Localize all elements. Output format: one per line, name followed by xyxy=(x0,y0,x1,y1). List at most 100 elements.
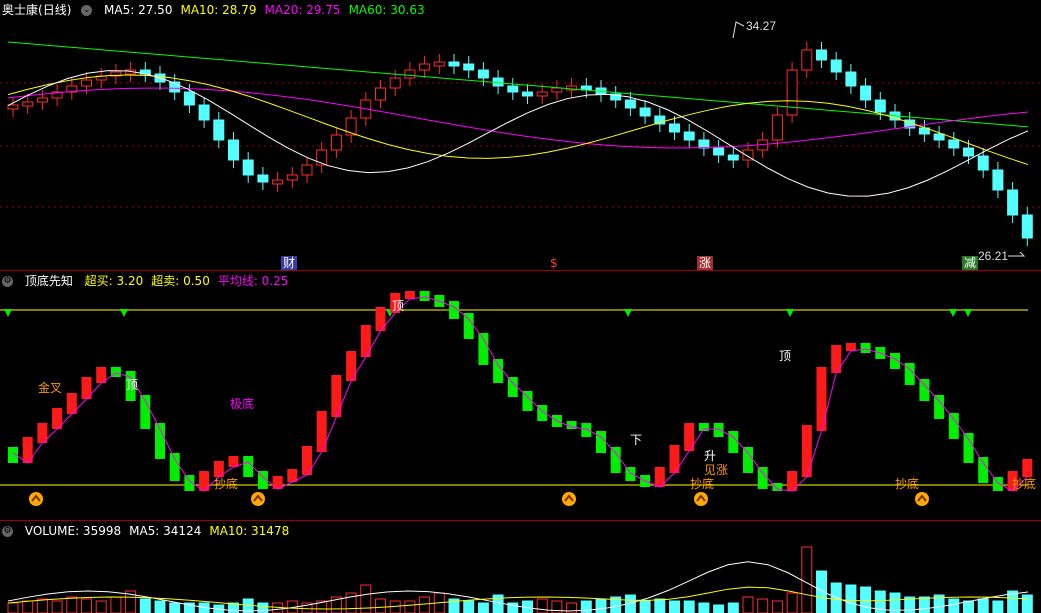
volume-options-gear-icon[interactable]: ⚙ xyxy=(2,526,13,537)
indicator-bar xyxy=(331,375,342,417)
candle-body xyxy=(977,155,989,171)
down-arrow-marker-1 xyxy=(120,309,128,317)
event-tag-1[interactable]: $ xyxy=(548,256,560,270)
indicator-header: ⚙ 顶底先知 超买: 3.20 超卖: 0.50 平均线: 0.25 xyxy=(2,273,304,289)
indicator-bar xyxy=(478,333,489,365)
candle-body xyxy=(624,99,636,109)
stock-period: (日线) xyxy=(38,3,72,17)
candle-body xyxy=(507,85,519,93)
volume-bar xyxy=(669,600,680,613)
volume-bar xyxy=(977,598,989,613)
candle-body xyxy=(992,169,1004,191)
indicator-bar xyxy=(316,411,327,452)
volume-bar xyxy=(22,600,34,613)
volume-bar xyxy=(51,600,63,613)
volume-bar xyxy=(595,598,607,613)
volume-bar xyxy=(771,600,783,613)
down-arrow-marker-0 xyxy=(4,309,12,317)
indicator-bar xyxy=(757,467,768,489)
volume-bar xyxy=(639,600,651,613)
candle-body xyxy=(7,104,19,110)
indicator-bar xyxy=(934,395,945,419)
candle-body xyxy=(286,174,298,181)
candle-body xyxy=(522,91,533,97)
candle-body xyxy=(639,107,651,117)
volume-bar xyxy=(698,602,710,613)
indicator-bar xyxy=(463,313,474,339)
event-tag-2[interactable]: 涨 xyxy=(697,256,714,270)
volume-pane[interactable]: ⚙ VOLUME: 35998 MA5: 34124 MA10: 31478 xyxy=(0,521,1041,613)
event-tag-0[interactable]: 财 xyxy=(281,256,298,270)
candle-body xyxy=(448,61,460,67)
indicator-bar xyxy=(596,431,606,453)
price-pane[interactable]: 奥士康(日线) ⌄ MA5: 27.50 MA10: 28.79 MA20: 29.… xyxy=(0,0,1041,271)
candle-body xyxy=(860,85,872,101)
stock-title[interactable]: 奥士康(日线) xyxy=(2,3,79,17)
indicator-bar xyxy=(728,431,739,453)
volume-legend: VOLUME: 35998 MA5: 34124 MA10: 31478 xyxy=(25,524,297,538)
indicator-label-9: 抄底 xyxy=(690,477,715,491)
high-pointer xyxy=(732,21,745,39)
indicator-bar xyxy=(581,423,592,437)
volume-bar xyxy=(757,598,769,613)
volume-bar xyxy=(742,596,754,613)
candle-body xyxy=(272,179,284,185)
indicator-chart[interactable] xyxy=(0,271,1041,520)
indicator-bar xyxy=(743,447,753,473)
indicator-bar xyxy=(243,456,254,477)
indicator-bar xyxy=(22,437,33,463)
candle-body xyxy=(228,139,239,161)
indicator-param-2: 平均线: 0.25 xyxy=(217,274,289,288)
candlestick-chart[interactable]: 34.27 26.21 xyxy=(0,0,1041,270)
volume-bar xyxy=(830,582,842,613)
indicator-bar xyxy=(404,291,415,299)
candle-body xyxy=(183,91,195,106)
indicator-bar xyxy=(610,447,621,473)
candle-body xyxy=(433,61,445,67)
ma-label-3: MA60: 30.63 xyxy=(348,3,425,17)
volume-bar xyxy=(918,596,930,613)
indicator-param-0: 超买: 3.20 xyxy=(84,274,144,288)
volume-bar xyxy=(7,602,19,613)
indicator-bar xyxy=(346,351,357,381)
ma-legend: MA5: 27.50 MA10: 28.79 MA20: 29.75 MA60: 30… xyxy=(104,3,433,17)
candle-body xyxy=(404,69,416,79)
volume-bar xyxy=(948,598,960,613)
volume-bar xyxy=(801,546,813,613)
indicator-bar xyxy=(419,291,430,301)
indicator-label-2: 顶 xyxy=(126,378,139,392)
indicator-name[interactable]: 顶底先知 xyxy=(25,274,73,288)
volume-label-1: MA5: 34124 xyxy=(129,524,202,538)
candle-body xyxy=(830,59,842,73)
indicator-params: 超买: 3.20 超卖: 0.50 平均线: 0.25 xyxy=(85,274,297,288)
indicator-options-gear-icon[interactable]: ⚙ xyxy=(2,276,13,287)
indicator-label-7: 见涨 xyxy=(704,463,729,477)
volume-bar xyxy=(95,600,107,613)
event-tag-3[interactable]: 减 xyxy=(962,256,979,270)
volume-bar xyxy=(169,602,181,613)
indicator-label-8: 抄底 xyxy=(214,477,239,491)
candle-body xyxy=(874,99,886,113)
down-arrow-marker-4 xyxy=(786,309,794,317)
volume-bar xyxy=(477,602,489,613)
indicator-bar xyxy=(816,367,827,431)
volume-bar xyxy=(463,600,475,613)
candle-body xyxy=(801,49,813,71)
ma-label-2: MA20: 29.75 xyxy=(264,3,341,17)
candle-body xyxy=(1021,214,1033,239)
indicator-bar xyxy=(919,379,930,401)
indicator-pane[interactable]: ⚙ 顶底先知 超买: 3.20 超卖: 0.50 平均线: 0.25 金叉 极底顶顶顶… xyxy=(0,271,1041,521)
bottom-signal-icon-4 xyxy=(915,492,929,506)
volume-bar xyxy=(860,586,872,613)
candle-body xyxy=(419,63,431,71)
indicator-bar xyxy=(963,433,974,463)
volume-bar xyxy=(580,600,592,613)
candle-body xyxy=(713,147,725,156)
indicator-bar xyxy=(713,423,724,437)
price-header: 奥士康(日线) ⌄ MA5: 27.50 MA10: 28.79 MA20: 29.… xyxy=(2,2,441,18)
candle-body xyxy=(242,159,254,176)
volume-bar xyxy=(360,584,372,613)
candle-body xyxy=(463,63,475,71)
price-options-chevron-icon[interactable]: ⌄ xyxy=(81,5,93,16)
indicator-label-6: 升 xyxy=(704,449,717,463)
